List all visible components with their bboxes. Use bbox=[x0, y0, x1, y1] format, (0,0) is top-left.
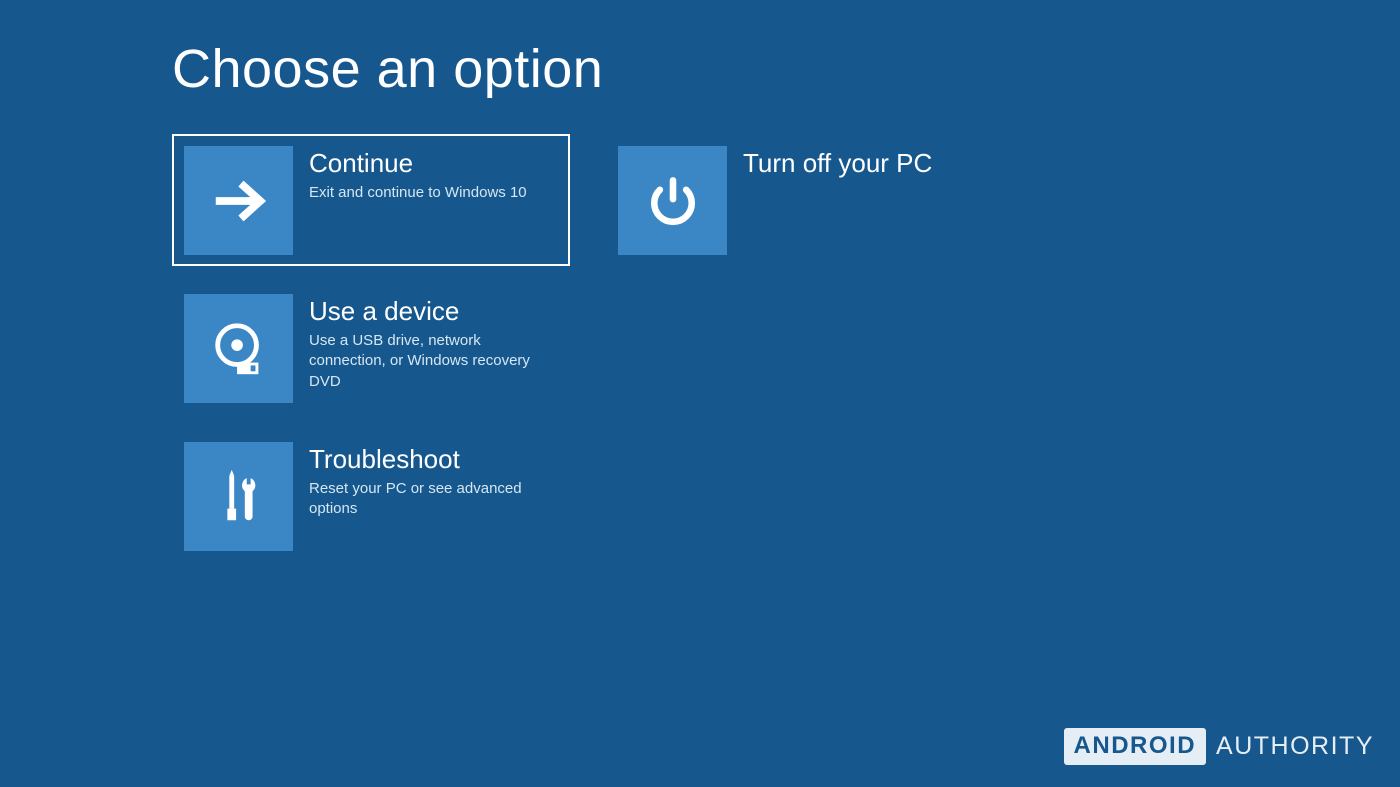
watermark: ANDROID AUTHORITY bbox=[1064, 728, 1374, 765]
option-column-right: Turn off your PC bbox=[606, 134, 1004, 562]
option-label: Turn off your PC bbox=[743, 148, 990, 179]
device-disc-icon bbox=[184, 294, 293, 403]
watermark-word: AUTHORITY bbox=[1216, 732, 1374, 761]
option-label: Continue bbox=[309, 148, 556, 179]
arrow-right-icon bbox=[184, 146, 293, 255]
option-label: Troubleshoot bbox=[309, 444, 556, 475]
option-desc: Reset your PC or see advanced options bbox=[309, 479, 556, 520]
page-title: Choose an option bbox=[172, 38, 1400, 100]
option-text: Turn off your PC bbox=[727, 146, 990, 183]
recovery-screen: Choose an option Continue Exit and conti… bbox=[0, 0, 1400, 787]
option-turn-off-pc[interactable]: Turn off your PC bbox=[606, 134, 1004, 266]
option-continue[interactable]: Continue Exit and continue to Windows 10 bbox=[172, 134, 570, 266]
option-desc: Use a USB drive, network connection, or … bbox=[309, 331, 556, 392]
option-text: Continue Exit and continue to Windows 10 bbox=[293, 146, 556, 203]
option-column-left: Continue Exit and continue to Windows 10… bbox=[172, 134, 570, 562]
option-desc: Exit and continue to Windows 10 bbox=[309, 183, 556, 203]
option-text: Use a device Use a USB drive, network co… bbox=[293, 294, 556, 392]
option-use-a-device[interactable]: Use a device Use a USB drive, network co… bbox=[172, 282, 570, 414]
watermark-box: ANDROID bbox=[1064, 728, 1207, 765]
power-icon bbox=[618, 146, 727, 255]
tools-icon bbox=[184, 442, 293, 551]
option-label: Use a device bbox=[309, 296, 556, 327]
option-grid: Continue Exit and continue to Windows 10… bbox=[172, 134, 1400, 562]
option-text: Troubleshoot Reset your PC or see advanc… bbox=[293, 442, 556, 520]
option-troubleshoot[interactable]: Troubleshoot Reset your PC or see advanc… bbox=[172, 430, 570, 562]
